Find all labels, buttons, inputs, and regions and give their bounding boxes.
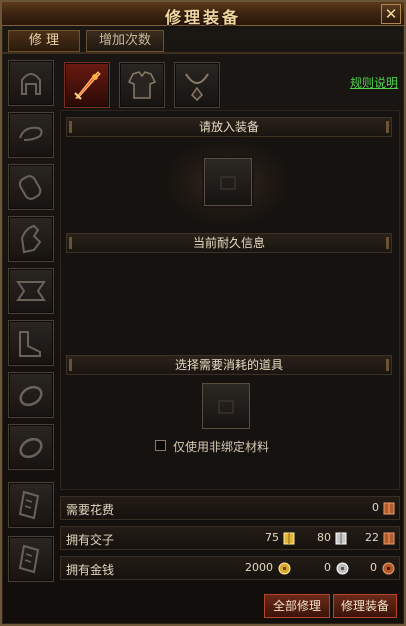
copper-jiaozi-icon — [383, 502, 395, 515]
gold-coin-icon — [278, 562, 291, 575]
side-slot-10[interactable] — [8, 536, 54, 582]
silver-jiaozi-icon — [335, 532, 347, 545]
side-slot-1[interactable] — [8, 60, 54, 106]
owned-jiaozi-row: 拥有交子 75 80 22 — [60, 526, 400, 550]
necklace-icon — [185, 73, 209, 102]
glove-icon — [20, 224, 42, 254]
owned-money-row: 拥有金钱 2000 0 0 — [60, 556, 400, 580]
jiaozi-copper-value: 22 — [365, 531, 379, 544]
side-slot-4[interactable] — [8, 216, 54, 262]
unbound-only-checkbox[interactable] — [155, 440, 166, 451]
empty-slot-icon — [220, 176, 236, 190]
window-title: 修理装备 — [164, 8, 241, 27]
tab-repair[interactable]: 修 理 — [8, 30, 80, 52]
talisman-icon — [18, 490, 40, 520]
equip-slot-weapon[interactable] — [64, 62, 110, 108]
rule-help-link[interactable]: 规则说明 — [350, 74, 398, 91]
copper-coin-icon — [382, 562, 395, 575]
owned-money-label: 拥有金钱 — [66, 563, 115, 577]
money-copper-value: 0 — [370, 561, 377, 574]
armor-icon — [127, 71, 157, 99]
talisman-icon — [18, 544, 40, 574]
cost-row: 需要花费 0 — [60, 496, 400, 520]
tab-divider — [2, 52, 404, 54]
section-durability-info: 当前耐久信息 — [66, 233, 392, 253]
side-slot-8[interactable] — [8, 424, 54, 470]
side-slot-2[interactable] — [8, 112, 54, 158]
ring-icon — [19, 437, 43, 459]
equip-slot-necklace[interactable] — [174, 62, 220, 108]
silver-coin-icon — [336, 562, 349, 575]
empty-slot-icon — [218, 400, 234, 414]
equip-slot-armor[interactable] — [119, 62, 165, 108]
money-gold-value: 2000 — [245, 561, 273, 574]
jiaozi-silver-value: 80 — [317, 531, 331, 544]
cost-label: 需要花费 — [66, 503, 115, 517]
belt-icon — [16, 281, 46, 301]
money-silver-value: 0 — [324, 561, 331, 574]
copper-jiaozi-icon — [383, 532, 395, 545]
owned-jiaozi-label: 拥有交子 — [66, 533, 115, 547]
unbound-only-label: 仅使用非绑定材料 — [173, 440, 270, 454]
cost-value: 0 — [372, 501, 379, 514]
jiaozi-gold-value: 75 — [265, 531, 279, 544]
bracer-icon — [18, 175, 42, 200]
section-consume-items: 选择需要消耗的道具 — [66, 355, 392, 375]
side-slot-5[interactable] — [8, 268, 54, 314]
side-slot-7[interactable] — [8, 372, 54, 418]
title-bar[interactable]: 修理装备 ✕ — [2, 2, 404, 27]
repair-equipment-button[interactable]: 修理装备 — [333, 594, 397, 618]
side-slot-6[interactable] — [8, 320, 54, 366]
helmet-icon — [21, 73, 41, 95]
boots-icon — [19, 331, 41, 357]
section-put-equipment: 请放入装备 — [66, 117, 392, 137]
ring-icon — [19, 385, 43, 407]
side-slot-9[interactable] — [8, 482, 54, 528]
repair-all-button[interactable]: 全部修理 — [264, 594, 330, 618]
bracelet-icon — [19, 126, 43, 141]
sword-icon — [74, 71, 101, 100]
tab-add-count[interactable]: 增加次数 — [86, 30, 164, 52]
put-equipment-slot[interactable] — [204, 158, 252, 206]
gold-jiaozi-icon — [283, 532, 295, 545]
side-slot-3[interactable] — [8, 164, 54, 210]
consume-item-slot[interactable] — [202, 383, 250, 429]
close-button[interactable]: ✕ — [381, 4, 401, 24]
